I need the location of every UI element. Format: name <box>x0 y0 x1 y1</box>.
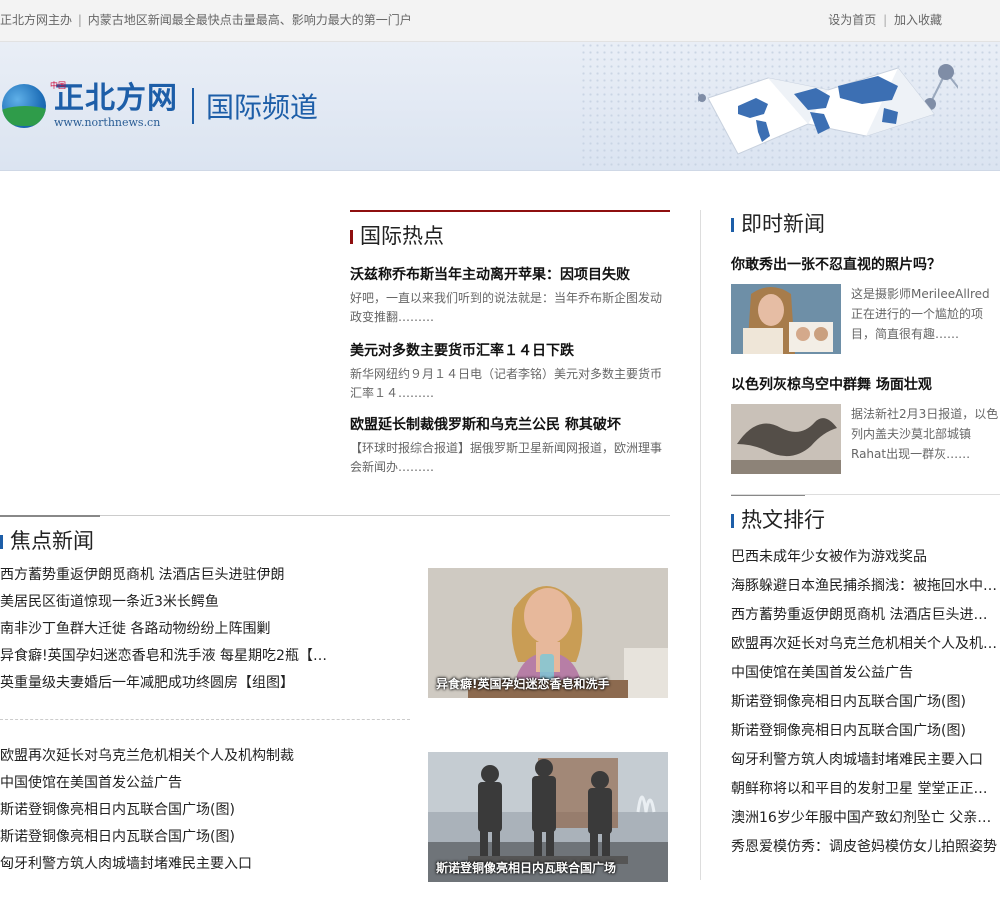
list-item[interactable]: 欧盟再次延长对乌克兰危机相关个人及机构制裁 <box>0 743 415 770</box>
globe-logo-icon <box>2 83 46 128</box>
focus-section-header: 焦点新闻 <box>0 525 300 555</box>
hot-section-rule <box>350 210 670 212</box>
instant-news-item: 以色列灰椋鸟空中群舞 场面壮观 据法新社2月3日报道，以色列内盖夫沙莫北部城镇R… <box>731 374 1000 474</box>
host-text: 正北方网主办 <box>0 13 73 27</box>
hot-section-title: 国际热点 <box>360 224 444 248</box>
rank-section-header: 热文排行 <box>731 504 991 534</box>
photo-caption: 斯诺登铜像亮相日内瓦联合国广场 <box>436 861 617 875</box>
hot-news-summary: 好吧，一直以来我们听到的说法就是：当年乔布斯企图发动政变推翻……… <box>350 291 663 324</box>
separator: | <box>883 13 888 27</box>
hot-news-summary: 【环球时报综合报道】据俄罗斯卫星新闻网报道，欧洲理事会新闻办……… <box>350 441 663 474</box>
list-item[interactable]: 西方蓄势重返伊朗觅商机 法酒店巨头进驻伊朗 <box>0 562 415 589</box>
hot-news-title[interactable]: 美元对多数主要货币汇率１４日下跌 <box>350 340 670 360</box>
rank-item[interactable]: 秀恩爱模仿秀：调皮爸妈模仿女儿拍照姿势 <box>731 833 1000 862</box>
hot-news-item: 欧盟延长制裁俄罗斯和乌克兰公民 称其破坏 【环球时报综合报道】据俄罗斯卫星新闻网… <box>350 414 670 477</box>
list-item[interactable]: 斯诺登铜像亮相日内瓦联合国广场(图) <box>0 797 415 824</box>
rank-item[interactable]: 匈牙利警方筑人肉城墙封堵难民主要入口 <box>731 746 1000 775</box>
dashed-divider <box>0 719 410 720</box>
separator: | <box>77 13 82 27</box>
section-mark <box>0 535 3 549</box>
set-home-link[interactable]: 设为首页 <box>828 13 876 27</box>
instant-news-summary: 这是摄影师MerileeAllred正在进行的一个尴尬的项目，简直很有趣…… <box>851 287 990 341</box>
site-logo[interactable]: 中国 正北方网 www.northnews.cn 国际频道 <box>2 81 319 129</box>
rank-item[interactable]: 海豚躲避日本渔民捕杀搁浅：被拖回水中后死亡 <box>731 572 1000 601</box>
rank-item[interactable]: 斯诺登铜像亮相日内瓦联合国广场(图) <box>731 717 1000 746</box>
focus-section-rule <box>0 515 100 517</box>
top-bar-info: 正北方网主办 | 内蒙古地区新闻最全最快点击量最高、影响力最大的第一门户 <box>0 11 412 28</box>
instant-section-title: 即时新闻 <box>741 212 825 236</box>
section-divider <box>731 494 1000 495</box>
section-mark <box>731 514 734 528</box>
section-mark <box>731 218 734 232</box>
rank-item[interactable]: 欧盟再次延长对乌克兰危机相关个人及机构制裁 <box>731 630 1000 659</box>
rank-item[interactable]: 中国使馆在美国首发公益广告 <box>731 659 1000 688</box>
hot-news-item: 美元对多数主要货币汇率１４日下跌 新华网纽约９月１４日电（记者李铭）美元对多数主… <box>350 340 670 403</box>
hot-section-header: 国际热点 <box>350 220 670 250</box>
instant-news-body: 据法新社2月3日报道，以色列内盖夫沙莫北部城镇Rahat出现一群灰…… <box>731 404 1000 474</box>
hot-news-summary: 新华网纽约９月１４日电（记者李铭）美元对多数主要货币汇率１４……… <box>350 367 663 400</box>
hot-news-title[interactable]: 欧盟延长制裁俄罗斯和乌克兰公民 称其破坏 <box>350 414 670 434</box>
brand-name: 正北方网 <box>54 81 178 116</box>
rank-item[interactable]: 澳洲16岁少年服中国产致幻剂坠亡 父亲痛心 <box>731 804 1000 833</box>
section-divider <box>0 515 670 516</box>
brand-tag: 中国 <box>50 81 66 90</box>
focus-list-2: 欧盟再次延长对乌克兰危机相关个人及机构制裁 中国使馆在美国首发公益广告 斯诺登铜… <box>0 743 415 878</box>
starling-flock-image <box>731 404 841 474</box>
rank-list: 巴西未成年少女被作为游戏奖品 海豚躲避日本渔民捕杀搁浅：被拖回水中后死亡 西方蓄… <box>731 543 1000 862</box>
column-divider <box>700 210 701 880</box>
channel-title: 国际频道 <box>206 90 319 124</box>
list-item[interactable]: 中国使馆在美国首发公益广告 <box>0 770 415 797</box>
focus-photo-1[interactable]: 异食癖!英国孕妇迷恋香皂和洗手 <box>428 568 668 698</box>
top-bar-links: 设为首页 | 加入收藏 <box>828 11 942 28</box>
focus-photo-2[interactable]: 斯诺登铜像亮相日内瓦联合国广场 <box>428 752 668 882</box>
focus-section-title: 焦点新闻 <box>10 529 94 553</box>
brand-block: 中国 正北方网 www.northnews.cn <box>50 81 178 129</box>
rank-item[interactable]: 斯诺登铜像亮相日内瓦联合国广场(图) <box>731 688 1000 717</box>
rank-item[interactable]: 巴西未成年少女被作为游戏奖品 <box>731 543 1000 572</box>
focus-list-1: 西方蓄势重返伊朗觅商机 法酒店巨头进驻伊朗 美居民区街道惊现一条近3米长鳄鱼 南… <box>0 562 415 697</box>
section-mark <box>350 230 353 244</box>
top-bar: 正北方网主办 | 内蒙古地区新闻最全最快点击量最高、影响力最大的第一门户 设为首… <box>0 0 1000 42</box>
slogan-text: 内蒙古地区新闻最全最快点击量最高、影响力最大的第一门户 <box>87 13 412 27</box>
instant-news-title[interactable]: 你敢秀出一张不忍直视的照片吗？ <box>731 254 1000 274</box>
list-item[interactable]: 匈牙利警方筑人肉城墙封堵难民主要入口 <box>0 851 415 878</box>
list-item[interactable]: 英重量级夫妻婚后一年减肥成功终圆房【组图】 <box>0 670 415 697</box>
list-item[interactable]: 南非沙丁鱼群大迁徙 各路动物纷纷上阵围剿 <box>0 616 415 643</box>
photo-caption: 异食癖!英国孕妇迷恋香皂和洗手 <box>436 677 610 691</box>
channel-banner: 中国 正北方网 www.northnews.cn 国际频道 <box>0 42 1000 171</box>
logo-divider <box>192 87 194 124</box>
instant-news-body: 这是摄影师MerileeAllred正在进行的一个尴尬的项目，简直很有趣…… <box>731 284 1000 354</box>
hot-news-title[interactable]: 沃兹称乔布斯当年主动离开苹果：因项目失败 <box>350 264 670 284</box>
list-item[interactable]: 美居民区街道惊现一条近3米长鳄鱼 <box>0 589 415 616</box>
instant-news-title[interactable]: 以色列灰椋鸟空中群舞 场面壮观 <box>731 374 1000 394</box>
brand-url: www.northnews.cn <box>54 116 161 129</box>
photos-portrait-image <box>731 284 841 354</box>
list-item[interactable]: 斯诺登铜像亮相日内瓦联合国广场(图) <box>0 824 415 851</box>
list-item[interactable]: 异食癖!英国孕妇迷恋香皂和洗手液 每星期吃2瓶【组图】 <box>0 643 340 670</box>
add-favorite-link[interactable]: 加入收藏 <box>894 13 942 27</box>
rank-item[interactable]: 西方蓄势重返伊朗觅商机 法酒店巨头进驻伊朗 <box>731 601 1000 630</box>
instant-news-thumb[interactable] <box>731 284 841 354</box>
rank-item[interactable]: 朝鲜称将以和平目的发射卫星 堂堂正正行使主权 <box>731 775 1000 804</box>
instant-section-header: 即时新闻 <box>731 208 991 238</box>
world-map-icon <box>698 64 958 155</box>
instant-news-summary: 据法新社2月3日报道，以色列内盖夫沙莫北部城镇Rahat出现一群灰…… <box>851 407 999 461</box>
rank-section-title: 热文排行 <box>741 508 825 532</box>
hot-news-item: 沃兹称乔布斯当年主动离开苹果：因项目失败 好吧，一直以来我们听到的说法就是：当年… <box>350 264 670 327</box>
instant-news-item: 你敢秀出一张不忍直视的照片吗？ 这是摄影师MerileeAllred正在进行的一… <box>731 254 1000 354</box>
instant-news-thumb[interactable] <box>731 404 841 474</box>
